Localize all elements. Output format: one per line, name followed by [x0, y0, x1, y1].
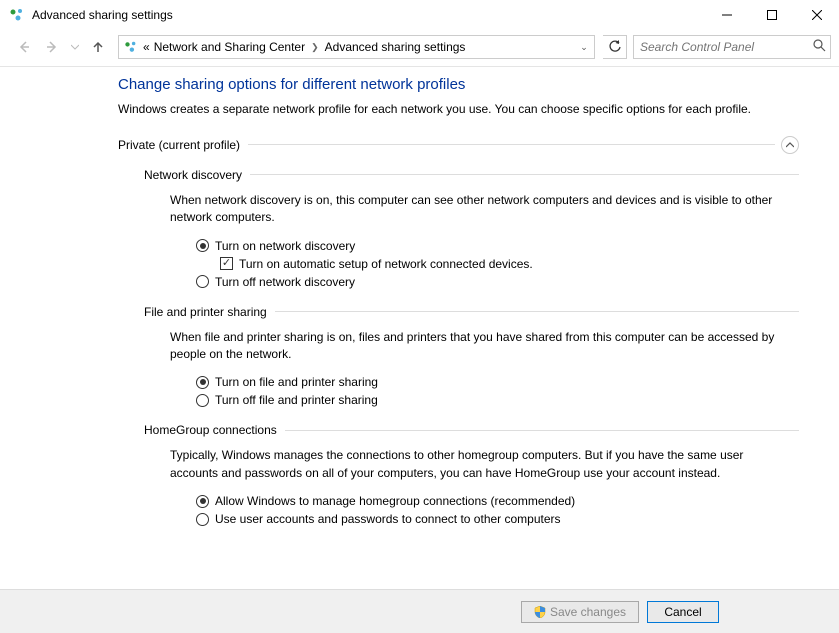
subsection-file-printer: File and printer sharing When file and p… — [118, 305, 799, 408]
divider — [250, 174, 799, 175]
subsection-homegroup: HomeGroup connections Typically, Windows… — [118, 423, 799, 526]
radio-file-printer-on[interactable]: Turn on file and printer sharing — [196, 375, 799, 389]
network-discovery-label: Network discovery — [144, 168, 250, 182]
option-label: Turn on file and printer sharing — [215, 375, 378, 389]
file-printer-desc: When file and printer sharing is on, fil… — [144, 329, 799, 364]
divider — [248, 144, 775, 145]
window-title: Advanced sharing settings — [32, 8, 173, 22]
up-button[interactable] — [86, 35, 110, 59]
checkbox-icon: ✓ — [220, 257, 233, 270]
forward-button[interactable] — [40, 35, 64, 59]
option-label: Turn on automatic setup of network conne… — [239, 257, 533, 271]
save-changes-button[interactable]: Save changes — [521, 601, 639, 623]
option-label: Allow Windows to manage homegroup connec… — [215, 494, 575, 508]
collapse-icon[interactable] — [781, 136, 799, 154]
uac-shield-icon — [534, 606, 546, 618]
option-label: Turn on network discovery — [215, 239, 355, 253]
cancel-label: Cancel — [664, 605, 701, 619]
breadcrumb[interactable]: « Network and Sharing Center ❯ Advanced … — [118, 35, 595, 59]
radio-icon — [196, 376, 209, 389]
page-title: Change sharing options for different net… — [118, 76, 799, 93]
close-button[interactable] — [794, 0, 839, 30]
breadcrumb-item-1[interactable]: Network and Sharing Center — [152, 40, 307, 54]
homegroup-desc: Typically, Windows manages the connectio… — [144, 447, 799, 482]
titlebar: Advanced sharing settings — [0, 0, 839, 30]
radio-homegroup-user[interactable]: Use user accounts and passwords to conne… — [196, 512, 799, 526]
section-private-header[interactable]: Private (current profile) — [118, 136, 799, 154]
homegroup-label: HomeGroup connections — [144, 423, 285, 437]
bottom-bar: Save changes Cancel — [0, 589, 839, 633]
content-area: Change sharing options for different net… — [0, 70, 839, 589]
radio-icon — [196, 495, 209, 508]
network-discovery-desc: When network discovery is on, this compu… — [144, 192, 799, 227]
breadcrumb-item-2[interactable]: Advanced sharing settings — [323, 40, 468, 54]
minimize-button[interactable] — [704, 0, 749, 30]
section-private-label: Private (current profile) — [118, 138, 248, 152]
subsection-network-discovery: Network discovery When network discovery… — [118, 168, 799, 289]
back-button[interactable] — [12, 35, 36, 59]
save-label: Save changes — [550, 605, 626, 619]
radio-icon — [196, 513, 209, 526]
option-label: Turn off network discovery — [215, 275, 355, 289]
chevron-right-icon: ❯ — [307, 42, 323, 53]
option-label: Use user accounts and passwords to conne… — [215, 512, 561, 526]
checkbox-auto-setup[interactable]: ✓ Turn on automatic setup of network con… — [196, 257, 799, 271]
divider — [275, 311, 799, 312]
search-input[interactable] — [638, 39, 813, 55]
recent-dropdown-icon[interactable] — [68, 35, 82, 59]
radio-network-discovery-on[interactable]: Turn on network discovery — [196, 239, 799, 253]
radio-homegroup-allow[interactable]: Allow Windows to manage homegroup connec… — [196, 494, 799, 508]
radio-network-discovery-off[interactable]: Turn off network discovery — [196, 275, 799, 289]
network-sharing-icon — [8, 6, 26, 24]
maximize-button[interactable] — [749, 0, 794, 30]
breadcrumb-dropdown-icon[interactable]: ⌄ — [576, 42, 592, 53]
search-icon[interactable] — [813, 39, 826, 55]
radio-file-printer-off[interactable]: Turn off file and printer sharing — [196, 393, 799, 407]
navbar: « Network and Sharing Center ❯ Advanced … — [0, 30, 839, 64]
network-sharing-icon — [123, 39, 139, 55]
refresh-button[interactable] — [603, 35, 627, 59]
option-label: Turn off file and printer sharing — [215, 393, 378, 407]
search-box[interactable] — [633, 35, 831, 59]
radio-icon — [196, 239, 209, 252]
radio-icon — [196, 394, 209, 407]
cancel-button[interactable]: Cancel — [647, 601, 719, 623]
page-description: Windows creates a separate network profi… — [118, 101, 799, 118]
radio-icon — [196, 275, 209, 288]
file-printer-label: File and printer sharing — [144, 305, 275, 319]
divider — [285, 430, 799, 431]
breadcrumb-prefix[interactable]: « — [141, 40, 152, 54]
